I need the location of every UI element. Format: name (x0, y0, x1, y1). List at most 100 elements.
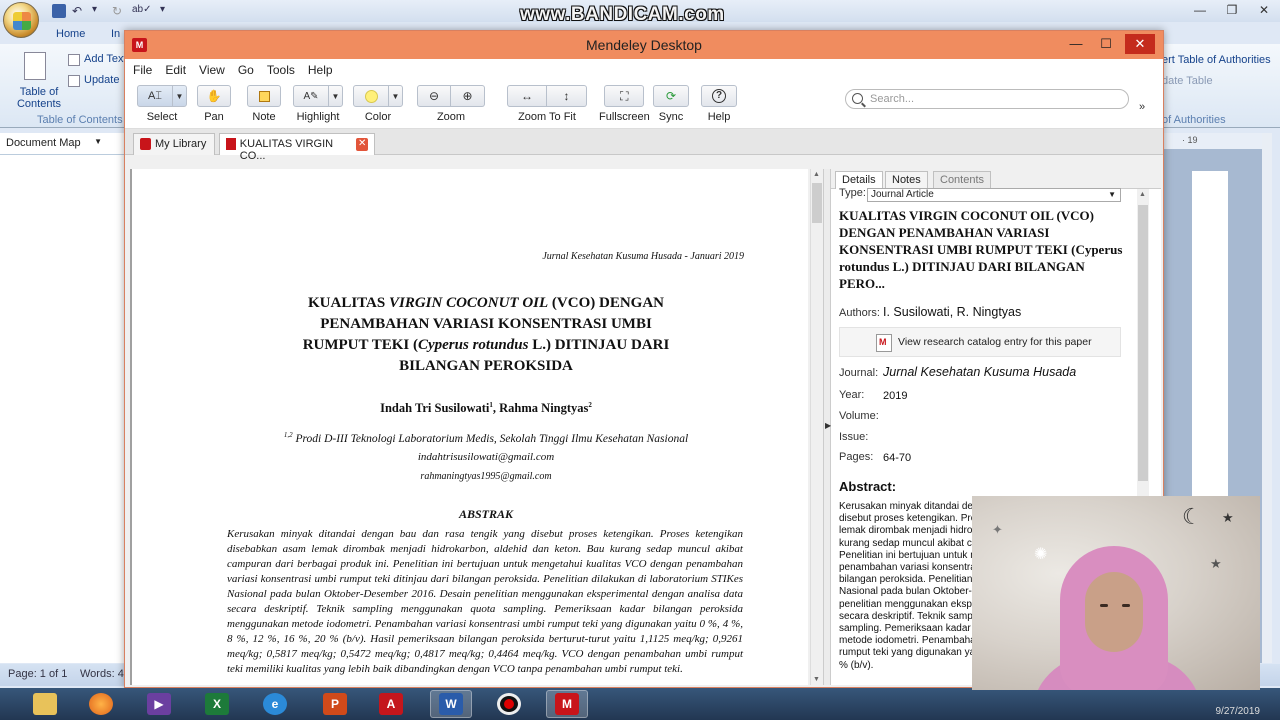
toc-button[interactable]: Table of Contents (14, 86, 64, 110)
minimize-icon[interactable]: — (1184, 0, 1216, 20)
window-title: Mendeley Desktop (586, 37, 702, 53)
sync-button[interactable]: ⟳ Sync (653, 85, 689, 123)
scroll-up-icon[interactable]: ▲ (813, 171, 820, 178)
chevron-down-icon[interactable]: ▼ (328, 86, 342, 106)
title-text-italic: VIRGIN COCONUT OIL (388, 295, 549, 311)
zoom-out-button[interactable]: ⊖ (417, 85, 451, 107)
search-input[interactable]: Search... (845, 89, 1129, 109)
title-text: (VCO) DENGAN (548, 295, 664, 311)
type-label: Type: (839, 187, 866, 199)
pdf-viewer[interactable]: Jurnal Kesehatan Kusuma Husada - Januari… (130, 169, 808, 685)
insert-toa-button[interactable]: ert Table of Authorities (1162, 54, 1271, 66)
chevron-down-icon: ▼ (1108, 190, 1116, 199)
type-select[interactable]: Journal Article ▼ (867, 188, 1121, 202)
redo-icon[interactable]: ↻ (112, 4, 126, 18)
menu-edit[interactable]: Edit (165, 63, 186, 77)
scroll-thumb[interactable] (812, 183, 822, 223)
toolbar-overflow-icon[interactable]: » (1139, 101, 1145, 113)
menu-go[interactable]: Go (238, 63, 254, 77)
menu-tools[interactable]: Tools (267, 63, 295, 77)
pages-field[interactable]: 64-70 (883, 452, 911, 464)
color-swatch-icon (364, 89, 378, 103)
scroll-down-icon[interactable]: ▼ (813, 676, 820, 683)
close-icon[interactable]: ✕ (1248, 0, 1280, 20)
tab-my-library[interactable]: My Library (133, 133, 215, 155)
tab-insert[interactable]: In (111, 28, 120, 40)
select-tool[interactable]: A⌶ ▼ Select (137, 85, 187, 123)
year-field[interactable]: 2019 (883, 390, 907, 402)
highlighter-icon: A✎ (303, 90, 319, 102)
undo-icon[interactable]: ↶ (72, 4, 86, 18)
pdf-page[interactable]: Jurnal Kesehatan Kusuma Husada - Januari… (132, 169, 808, 685)
close-tab-icon[interactable]: ✕ (356, 138, 369, 151)
fullscreen-button[interactable]: ⛶ Fullscreen (599, 85, 650, 123)
help-icon: ? (712, 89, 726, 103)
tab-contents[interactable]: Contents (933, 171, 992, 189)
title-text-italic: Cyperus rotundus (417, 337, 529, 353)
authors-field[interactable]: I. Susilowati, R. Ningtyas (883, 305, 1021, 319)
office-button[interactable] (3, 2, 39, 38)
internet-explorer-button[interactable]: e (254, 690, 296, 718)
tab-notes[interactable]: Notes (885, 171, 928, 189)
note-tool[interactable]: Note (247, 85, 281, 123)
issue-field[interactable] (883, 431, 1083, 443)
volume-label: Volume: (839, 410, 879, 422)
help-button[interactable]: ? Help (701, 85, 737, 123)
author-email: rahmaningtyas1995@gmail.com (420, 471, 552, 482)
menu-view[interactable]: View (199, 63, 225, 77)
zoom-in-button[interactable]: ⊕ (451, 85, 485, 107)
spelling-icon[interactable]: ab✓ (132, 4, 154, 18)
qat-customize-icon[interactable]: ▾ (160, 4, 174, 18)
pdf-scrollbar[interactable]: ▲ ▼ (810, 169, 822, 685)
firefox-button[interactable] (80, 690, 122, 718)
chevron-down-icon[interactable]: ▼ (388, 86, 402, 106)
update-toa-button[interactable]: date Table (1162, 75, 1213, 87)
tab-document[interactable]: KUALITAS VIRGIN CO... ✕ (219, 133, 375, 162)
chevron-down-icon[interactable]: ▼ (94, 137, 102, 146)
scroll-up-icon[interactable]: ▲ (1139, 191, 1146, 198)
save-icon[interactable] (52, 4, 66, 18)
excel-button[interactable]: X (196, 690, 238, 718)
scroll-thumb[interactable] (1138, 205, 1148, 481)
mendeley-logo-icon (140, 138, 151, 150)
menu-help[interactable]: Help (308, 63, 333, 77)
maximize-icon[interactable]: ☐ (1091, 34, 1121, 54)
document-title-field[interactable]: KUALITAS VIRGIN COCONUT OIL (VCO) DENGAN… (839, 207, 1125, 292)
pane-splitter[interactable]: ▶ (823, 169, 831, 685)
add-text-button[interactable]: Add Text (84, 53, 127, 65)
word-button[interactable]: W (430, 690, 472, 718)
fit-height-button[interactable]: ↕ (547, 85, 587, 107)
catalog-link-text: View research catalog entry for this pap… (898, 336, 1092, 348)
fit-width-button[interactable]: ↔ (507, 85, 547, 107)
journal-running-header: Jurnal Kesehatan Kusuma Husada - Januari… (542, 251, 744, 262)
dropdown-icon[interactable]: ▾ (92, 4, 106, 18)
highlight-tool[interactable]: A✎ ▼ Highlight (293, 85, 343, 123)
maximize-icon[interactable]: ❐ (1216, 0, 1248, 20)
file-explorer-button[interactable] (24, 690, 66, 718)
title-text: RUMPUT TEKI ( (302, 337, 418, 353)
word-scrollbar[interactable] (1262, 133, 1272, 663)
paper-affiliation: 1,2 Prodi D-III Teknologi Laboratorium M… (132, 431, 808, 445)
update-table-button[interactable]: Update (84, 74, 119, 86)
word-count: Words: 4 (80, 668, 124, 680)
quick-access-toolbar: ↶ ▾ ↻ ab✓ ▾ (44, 3, 174, 19)
pan-tool[interactable]: ✋ Pan (197, 85, 231, 123)
close-icon[interactable]: ✕ (1125, 34, 1155, 54)
view-catalog-button[interactable]: View research catalog entry for this pap… (839, 327, 1121, 357)
document-map-header[interactable]: Document Map ▼ (0, 133, 124, 155)
menu-file[interactable]: File (133, 63, 152, 77)
color-picker[interactable]: ▼ Color (353, 85, 403, 123)
powerpoint-button[interactable]: P (314, 690, 356, 718)
bandicam-button[interactable] (488, 690, 530, 718)
volume-field[interactable] (883, 410, 1083, 422)
chevron-down-icon[interactable]: ▼ (172, 86, 186, 106)
zoom-label: Zoom (436, 111, 466, 123)
mendeley-button[interactable]: M (546, 690, 588, 718)
tab-home[interactable]: Home (56, 28, 85, 40)
journal-field[interactable]: Jurnal Kesehatan Kusuma Husada (883, 365, 1076, 379)
minimize-icon[interactable]: — (1061, 34, 1091, 54)
clock-date: 9/27/2019 (1215, 706, 1261, 717)
pan-label: Pan (204, 111, 224, 123)
visual-studio-button[interactable]: ▶ (138, 690, 180, 718)
acrobat-button[interactable]: A (370, 690, 412, 718)
